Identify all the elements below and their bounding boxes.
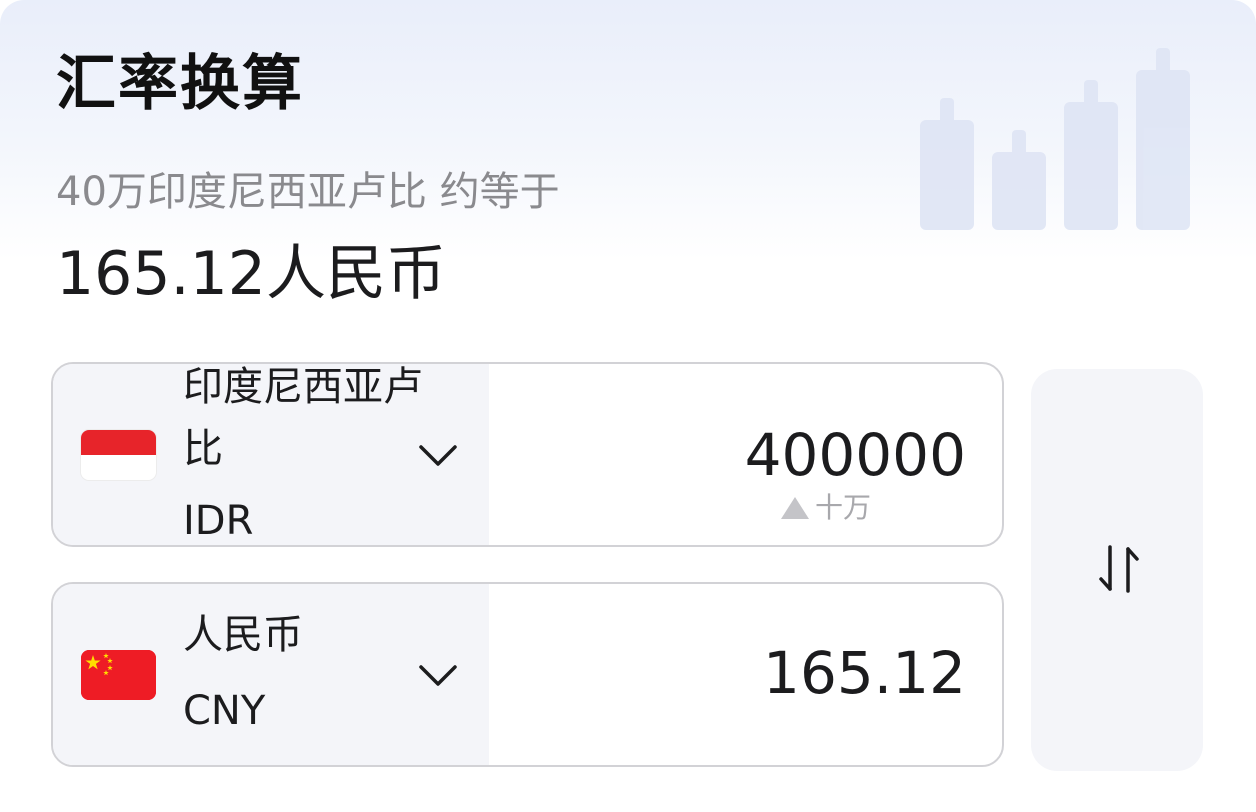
to-amount-input[interactable]: 165.12 xyxy=(763,638,966,708)
from-currency-name: 印度尼西亚卢比 xyxy=(183,364,423,472)
to-currency-code: CNY xyxy=(183,688,266,734)
chevron-down-icon[interactable] xyxy=(417,434,459,476)
to-currency-name: 人民币 xyxy=(183,612,303,658)
conversion-summary: 40万印度尼西亚卢比 约等于 xyxy=(56,169,560,215)
conversion-result: 165.12人民币 xyxy=(56,239,446,309)
to-currency-selector[interactable]: 人民币 CNY xyxy=(53,584,489,765)
swap-arrows-icon xyxy=(1099,545,1139,593)
swap-currencies-button[interactable] xyxy=(1031,369,1203,771)
amount-unit-hint: 十万 xyxy=(781,490,871,526)
from-currency-selector[interactable]: 印度尼西亚卢比 IDR xyxy=(53,364,489,545)
triangle-up-icon xyxy=(781,497,809,519)
chevron-down-icon[interactable] xyxy=(417,654,459,696)
from-currency-code: IDR xyxy=(183,498,254,544)
bar-chart-decoration-icon xyxy=(920,48,1190,230)
china-flag-icon xyxy=(81,650,156,700)
from-amount-input[interactable]: 400000 xyxy=(745,420,966,490)
page-title: 汇率换算 xyxy=(56,49,304,119)
amount-unit-label: 十万 xyxy=(815,491,872,524)
indonesia-flag-icon xyxy=(81,430,156,480)
exchange-rate-card: 汇率换算 40万印度尼西亚卢比 约等于 165.12人民币 印度尼西亚卢比 ID… xyxy=(0,0,1256,812)
from-currency-row: 印度尼西亚卢比 IDR 400000 十万 xyxy=(51,362,1004,547)
to-currency-row: 人民币 CNY 165.12 xyxy=(51,582,1004,767)
